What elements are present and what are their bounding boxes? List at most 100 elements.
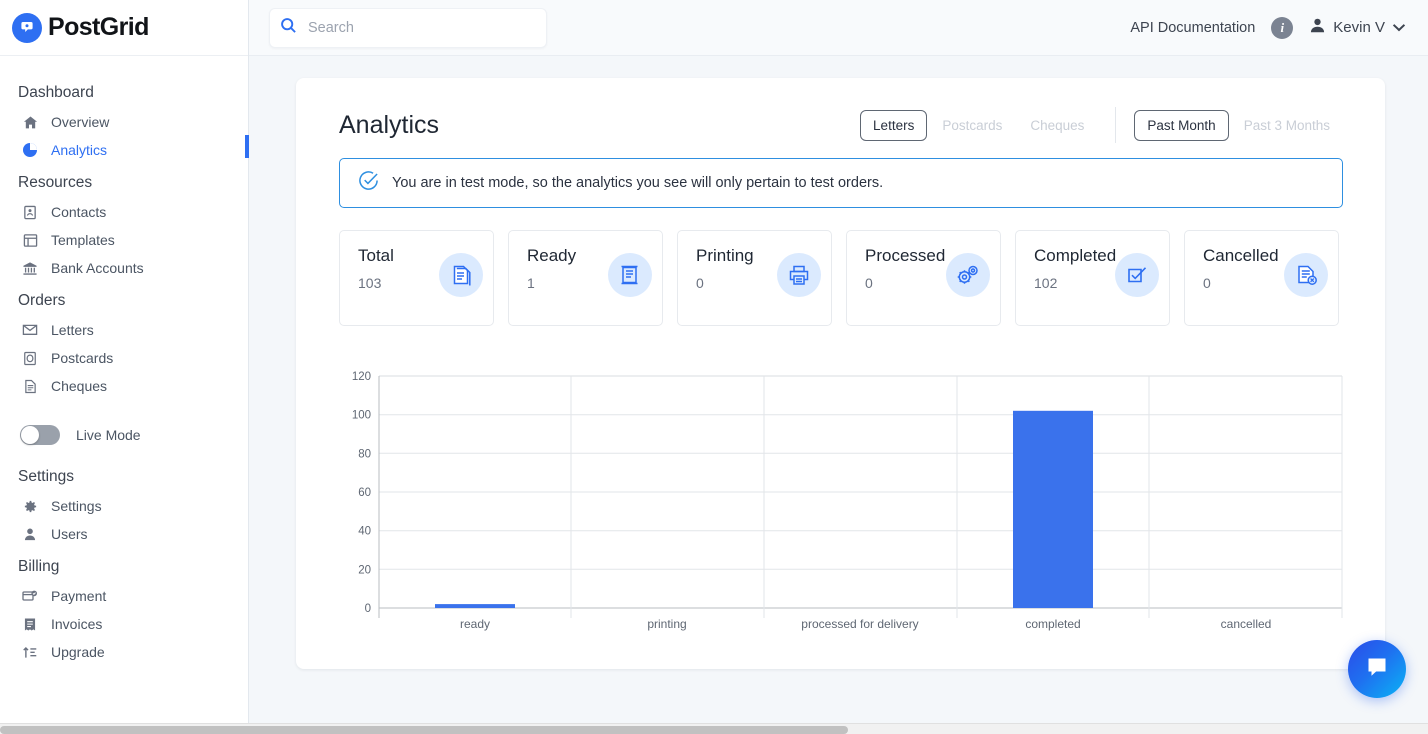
brand-logo[interactable]: PostGrid (0, 0, 248, 56)
stat-cards: Total 103 Ready 1 Printing 0 Processed 0… (339, 230, 1343, 326)
sidebar-item-label: Invoices (51, 616, 103, 632)
topbar-right: API Documentation i Kevin V (1130, 16, 1406, 39)
chart-gridlines (378, 375, 1343, 618)
sidebar-item-label: Letters (51, 322, 94, 338)
y-tick-40: 40 (358, 526, 371, 538)
bank-icon (20, 259, 40, 277)
toggle-knob (21, 426, 39, 444)
toggle-switch-icon[interactable] (20, 425, 60, 445)
postcard-icon (20, 349, 40, 367)
topbar: API Documentation i Kevin V (249, 0, 1428, 56)
x-tick-completed: completed (1025, 617, 1080, 631)
live-mode-row[interactable]: Live Mode (0, 420, 248, 450)
invoice-icon (20, 615, 40, 633)
nav-section-title-billing: Billing (18, 558, 60, 575)
stat-card-total[interactable]: Total 103 (339, 230, 494, 326)
main-area: API Documentation i Kevin V Analytics (249, 0, 1428, 734)
sidebar-item-payment[interactable]: Payment (0, 582, 248, 610)
documents-stack-icon (439, 253, 483, 297)
sidebar-item-settings[interactable]: Settings (0, 492, 248, 520)
stat-card-processed[interactable]: Processed 0 (846, 230, 1001, 326)
test-mode-banner-text: You are in test mode, so the analytics y… (392, 175, 884, 191)
stat-card-ready[interactable]: Ready 1 (508, 230, 663, 326)
sidebar-item-label: Settings (51, 498, 102, 514)
test-mode-banner: You are in test mode, so the analytics y… (339, 158, 1343, 208)
sidebar-nav: Dashboard Overview Analytics Resources C (0, 56, 248, 666)
pie-chart-icon (20, 141, 40, 159)
y-tick-120: 120 (352, 371, 371, 383)
search-icon (280, 17, 297, 39)
stat-card-printing[interactable]: Printing 0 (677, 230, 832, 326)
user-icon (20, 525, 40, 543)
check-circle-icon (358, 170, 379, 196)
tab-postcards[interactable]: Postcards (929, 110, 1015, 141)
analytics-panel: Analytics Letters Postcards Cheques Past… (296, 78, 1385, 669)
sidebar-item-label: Users (51, 526, 88, 542)
y-tick-100: 100 (352, 410, 371, 422)
sidebar-item-label: Templates (51, 232, 115, 248)
sidebar-item-postcards[interactable]: Postcards (0, 344, 248, 372)
payment-card-icon (20, 587, 40, 605)
y-tick-0: 0 (365, 603, 371, 615)
sidebar-item-cheques[interactable]: Cheques (0, 372, 248, 400)
filters: Letters Postcards Cheques Past Month Pas… (860, 107, 1343, 143)
sidebar-item-letters[interactable]: Letters (0, 316, 248, 344)
orders-bar-chart: 120 100 80 60 40 20 0 ready printing pro… (339, 366, 1343, 636)
sidebar-item-upgrade[interactable]: Upgrade (0, 638, 248, 666)
stat-card-completed[interactable]: Completed 102 (1015, 230, 1170, 326)
sidebar-item-label: Postcards (51, 350, 114, 366)
chart-x-tick-labels: ready printing processed for delivery co… (460, 617, 1271, 631)
sidebar-item-templates[interactable]: Templates (0, 226, 248, 254)
info-icon[interactable]: i (1271, 16, 1294, 39)
sidebar-item-users[interactable]: Users (0, 520, 248, 548)
search-input[interactable] (308, 19, 536, 36)
nav-section-title-orders: Orders (18, 292, 66, 309)
gear-icon (20, 497, 40, 515)
scrollbar-thumb-icon[interactable] (0, 726, 848, 734)
range-tab-group: Past Month Past 3 Months (1134, 109, 1343, 141)
tab-past-month[interactable]: Past Month (1134, 109, 1229, 141)
x-tick-ready: ready (460, 617, 490, 631)
gears-icon (946, 253, 990, 297)
user-name: Kevin V (1333, 19, 1385, 36)
chat-bubble-icon (1364, 654, 1390, 685)
nav-section-title-settings: Settings (18, 468, 75, 485)
sidebar-item-bank-accounts[interactable]: Bank Accounts (0, 254, 248, 282)
horizontal-scrollbar[interactable] (0, 723, 1428, 734)
tab-past-3-months[interactable]: Past 3 Months (1231, 110, 1343, 141)
contact-card-icon (20, 203, 40, 221)
sidebar-item-analytics[interactable]: Analytics (0, 136, 248, 164)
sidebar-item-label: Upgrade (51, 644, 105, 660)
panel-header: Analytics Letters Postcards Cheques Past… (339, 104, 1343, 146)
template-icon (20, 231, 40, 249)
sidebar-item-label: Payment (51, 588, 107, 604)
sidebar-item-label: Analytics (51, 142, 108, 158)
chart-svg: 120 100 80 60 40 20 0 ready printing pro… (352, 371, 1343, 631)
cheque-icon (20, 377, 40, 395)
chat-widget-button[interactable] (1348, 640, 1406, 698)
bar-completed[interactable] (1013, 410, 1093, 608)
home-icon (20, 113, 40, 131)
sidebar: PostGrid Dashboard Overview Analytics Re… (0, 0, 249, 734)
bar-ready[interactable] (435, 604, 515, 608)
user-avatar-icon (1309, 17, 1326, 39)
y-tick-80: 80 (358, 448, 371, 460)
sidebar-item-invoices[interactable]: Invoices (0, 610, 248, 638)
sidebar-item-label: Cheques (51, 378, 108, 394)
tab-cheques[interactable]: Cheques (1017, 110, 1097, 141)
y-tick-20: 20 (358, 564, 371, 576)
checked-box-icon (1115, 253, 1159, 297)
scroll-document-icon (608, 253, 652, 297)
sidebar-item-overview[interactable]: Overview (0, 108, 248, 136)
product-tab-group: Letters Postcards Cheques (860, 109, 1097, 141)
upgrade-arrow-icon (20, 643, 40, 661)
stat-card-cancelled[interactable]: Cancelled 0 (1184, 230, 1339, 326)
user-menu[interactable]: Kevin V (1309, 17, 1406, 39)
app-root: PostGrid Dashboard Overview Analytics Re… (0, 0, 1428, 734)
document-cancel-icon (1284, 253, 1328, 297)
printer-icon (777, 253, 821, 297)
api-documentation-link[interactable]: API Documentation (1130, 20, 1255, 36)
tab-letters[interactable]: Letters (860, 109, 928, 141)
search-box[interactable] (269, 7, 547, 48)
sidebar-item-contacts[interactable]: Contacts (0, 198, 248, 226)
